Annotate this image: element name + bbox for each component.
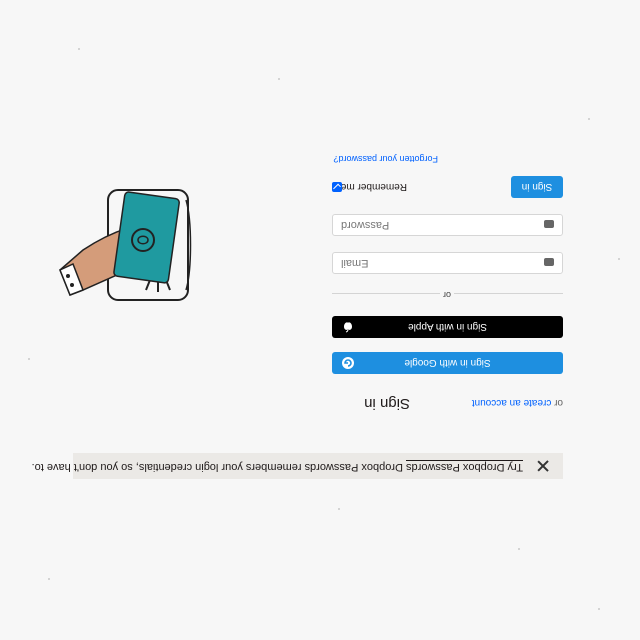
background-speck: [28, 358, 30, 360]
divider-or: or: [440, 290, 454, 300]
sign-in-button[interactable]: Sign in: [511, 176, 563, 198]
password-field[interactable]: [332, 214, 563, 236]
background-speck: [518, 548, 520, 550]
key-icon: [544, 220, 554, 228]
background-speck: [598, 608, 600, 610]
hand-card-illustration: [59, 189, 192, 301]
banner-message: Dropbox Passwords remembers your login c…: [31, 461, 403, 473]
forgot-password-link[interactable]: Forgotten your password?: [333, 154, 438, 164]
page-title: Sign in: [364, 395, 410, 412]
close-icon[interactable]: [535, 458, 551, 474]
email-field[interactable]: [332, 252, 563, 274]
google-button-label: Sign in with Google: [404, 357, 491, 369]
remember-me-checkbox[interactable]: [332, 182, 342, 192]
create-account-row: or create an account: [472, 397, 563, 408]
background-speck: [618, 258, 620, 260]
background-speck: [338, 508, 340, 510]
background-speck: [588, 118, 590, 120]
background-speck: [78, 48, 80, 50]
or-label: or: [554, 397, 563, 408]
apple-button-label: Sign in with Apple: [408, 321, 487, 333]
try-dropbox-passwords-link[interactable]: Try Dropbox Passwords: [406, 460, 523, 473]
google-signin-button[interactable]: Sign in with Google: [332, 352, 563, 374]
passwords-banner: Try Dropbox Passwords Dropbox Passwords …: [32, 453, 563, 479]
key-icon: [544, 258, 554, 266]
background-speck: [278, 78, 280, 80]
page: Try Dropbox Passwords Dropbox Passwords …: [0, 0, 640, 640]
background-speck: [48, 578, 50, 580]
apple-signin-button[interactable]: Sign in with Apple: [332, 316, 563, 338]
create-account-link[interactable]: create an account: [472, 397, 552, 408]
google-icon: [342, 357, 354, 369]
apple-icon: [344, 322, 352, 333]
remember-me-label: Remember me: [340, 181, 407, 192]
